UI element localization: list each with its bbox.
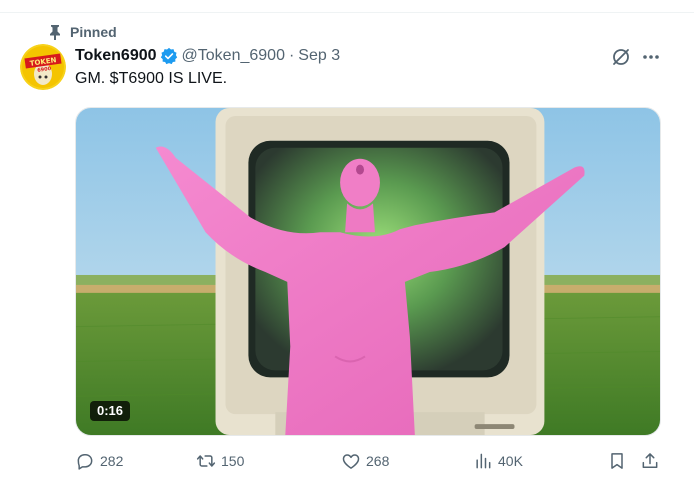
heart-icon [342,454,360,469]
reply-button[interactable]: 282 [75,449,123,473]
video-player[interactable] [75,107,661,436]
bookmark-button[interactable] [607,449,627,473]
avatar[interactable]: TOKEN 6900 [20,44,66,90]
separator-dot: · [288,47,295,64]
like-count: 268 [366,453,390,469]
verified-badge-icon[interactable] [160,47,178,65]
views-chart-icon [476,453,491,469]
share-icon [642,453,658,468]
more-options-icon[interactable] [640,46,662,68]
grok-icon[interactable] [610,46,632,68]
reply-icon [77,454,93,470]
like-button[interactable]: 268 [341,449,389,473]
tweet-text: GM. $T6900 IS LIVE. [75,70,228,87]
views-button[interactable]: 40K [473,449,523,473]
display-name[interactable]: Token6900 [75,47,157,65]
user-handle[interactable]: @Token_6900 [182,47,285,65]
pin-icon [50,25,60,40]
reply-count: 282 [100,453,124,469]
action-bar: 282 150 268 40K [75,449,665,473]
video-thumbnail [76,108,660,435]
repost-button[interactable]: 150 [196,449,244,473]
share-button[interactable] [640,449,660,473]
tweet-header: Token6900 @Token_6900 · Sep 3 [75,45,340,67]
video-duration: 0:16 [90,401,131,421]
repost-count: 150 [221,453,245,469]
repost-icon [196,455,216,467]
bookmark-icon [611,453,623,469]
timestamp[interactable]: Sep 3 [298,47,340,65]
views-count: 40K [498,453,523,469]
top-divider [0,12,694,13]
pinned-label: Pinned [70,24,117,40]
pinned-indicator: Pinned [48,22,117,42]
